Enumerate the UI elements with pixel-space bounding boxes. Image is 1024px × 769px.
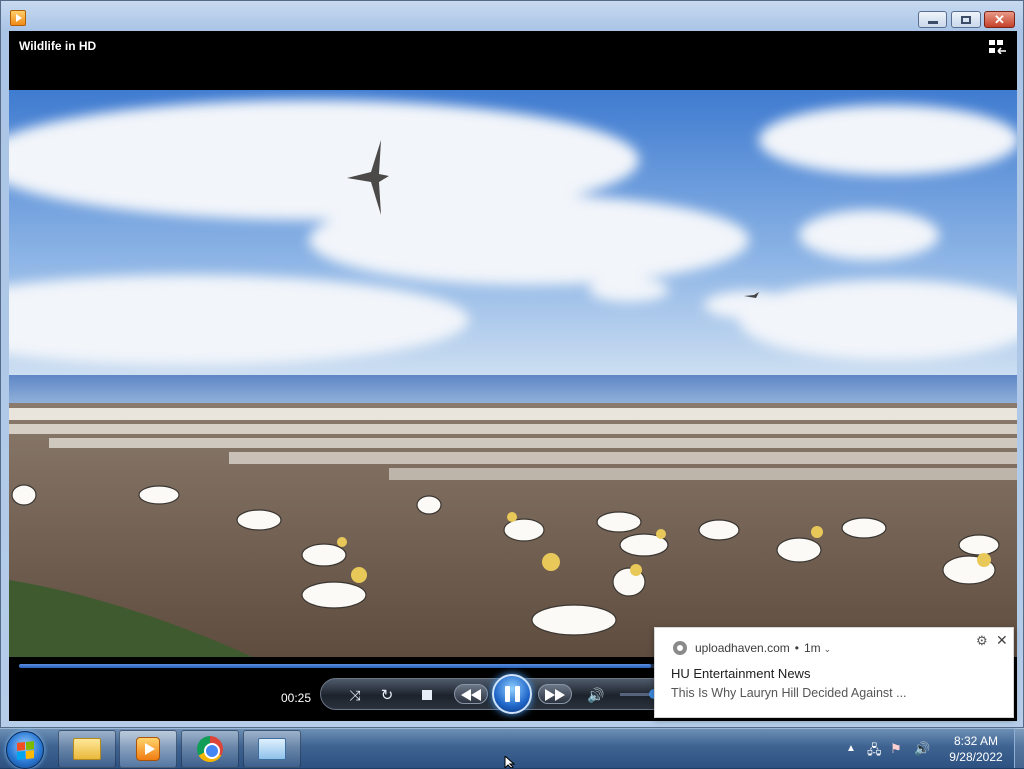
windows-logo-icon — [17, 741, 34, 760]
taskbar-item-media-player[interactable] — [119, 730, 177, 768]
stop-icon — [422, 690, 432, 700]
media-player-window: ✕ Wildlife in HD 00:25 ⤨ ↻ 🔊 — [0, 0, 1024, 728]
notification-separator: • — [794, 641, 799, 655]
notification-body: This Is Why Lauryn Hill Decided Against … — [671, 686, 907, 700]
video-frame[interactable] — [9, 90, 1017, 660]
pause-button[interactable] — [492, 674, 532, 714]
minimize-icon — [927, 20, 938, 24]
close-icon[interactable]: ✕ — [996, 632, 1008, 649]
repeat-icon: ↻ — [380, 687, 394, 704]
chrome-icon — [197, 736, 223, 762]
title-bar[interactable]: ✕ — [1, 1, 1023, 31]
notification-title: HU Entertainment News — [671, 666, 811, 681]
chrome-icon — [673, 641, 687, 655]
video-title: Wildlife in HD — [19, 39, 97, 53]
maximize-icon — [961, 15, 971, 24]
mouse-cursor-icon — [504, 756, 516, 768]
gear-icon[interactable]: ⚙ — [976, 633, 988, 649]
rewind-icon — [461, 689, 481, 701]
stop-button[interactable] — [417, 685, 437, 705]
minimize-button[interactable] — [918, 11, 947, 28]
shuffle-icon: ⤨ — [349, 686, 361, 703]
folder-icon — [73, 738, 101, 760]
elapsed-time: 00:25 — [281, 691, 312, 705]
fast-forward-icon — [545, 689, 565, 701]
switch-to-library-icon[interactable] — [989, 40, 1007, 54]
close-button[interactable]: ✕ — [984, 11, 1015, 28]
close-icon: ✕ — [994, 12, 1005, 27]
next-button[interactable] — [538, 685, 572, 705]
clock-date: 9/28/2022 — [949, 750, 1003, 764]
taskbar-item-control-panel[interactable] — [243, 730, 301, 768]
shuffle-button[interactable]: ⤨ — [345, 685, 365, 705]
repeat-button[interactable]: ↻ — [377, 685, 397, 705]
taskbar-item-explorer[interactable] — [58, 730, 116, 768]
media-player-icon — [136, 737, 160, 761]
previous-button[interactable] — [454, 685, 488, 705]
pause-icon — [504, 686, 520, 702]
taskbar-item-chrome[interactable] — [181, 730, 239, 768]
mute-button[interactable]: 🔊 — [586, 685, 606, 705]
video-frame-image — [9, 90, 1017, 660]
start-button[interactable] — [6, 731, 44, 769]
network-icon[interactable]: 🖧 — [867, 741, 882, 763]
player-area: Wildlife in HD 00:25 ⤨ ↻ 🔊 — [9, 31, 1017, 721]
notification-age: 1m — [803, 641, 821, 655]
speaker-icon: 🔊 — [587, 686, 605, 703]
show-hidden-icons-icon[interactable]: ▲ — [846, 743, 856, 754]
clock-time: 8:32 AM — [953, 734, 999, 748]
seek-bar-progress — [19, 664, 652, 668]
volume-icon[interactable]: 🔊 — [914, 741, 930, 757]
media-player-icon[interactable] — [10, 10, 26, 26]
notification-toast[interactable]: uploadhaven.com • 1m ⌄ ⚙ ✕ HU Entertainment… — [654, 627, 1014, 718]
maximize-button[interactable] — [951, 11, 981, 28]
control-panel-icon — [258, 738, 286, 760]
show-desktop-button[interactable] — [1014, 728, 1024, 768]
notification-meta: uploadhaven.com • 1m ⌄ — [695, 641, 831, 655]
system-clock[interactable]: 8:32 AM 9/28/2022 — [940, 733, 1012, 765]
system-tray: ▲ 🖧 ⚑ 🔊 8:32 AM 9/28/2022 — [840, 729, 1024, 769]
action-center-icon[interactable]: ⚑ — [890, 741, 902, 757]
notification-source: uploadhaven.com — [695, 641, 790, 655]
chevron-down-icon[interactable]: ⌄ — [824, 644, 832, 654]
